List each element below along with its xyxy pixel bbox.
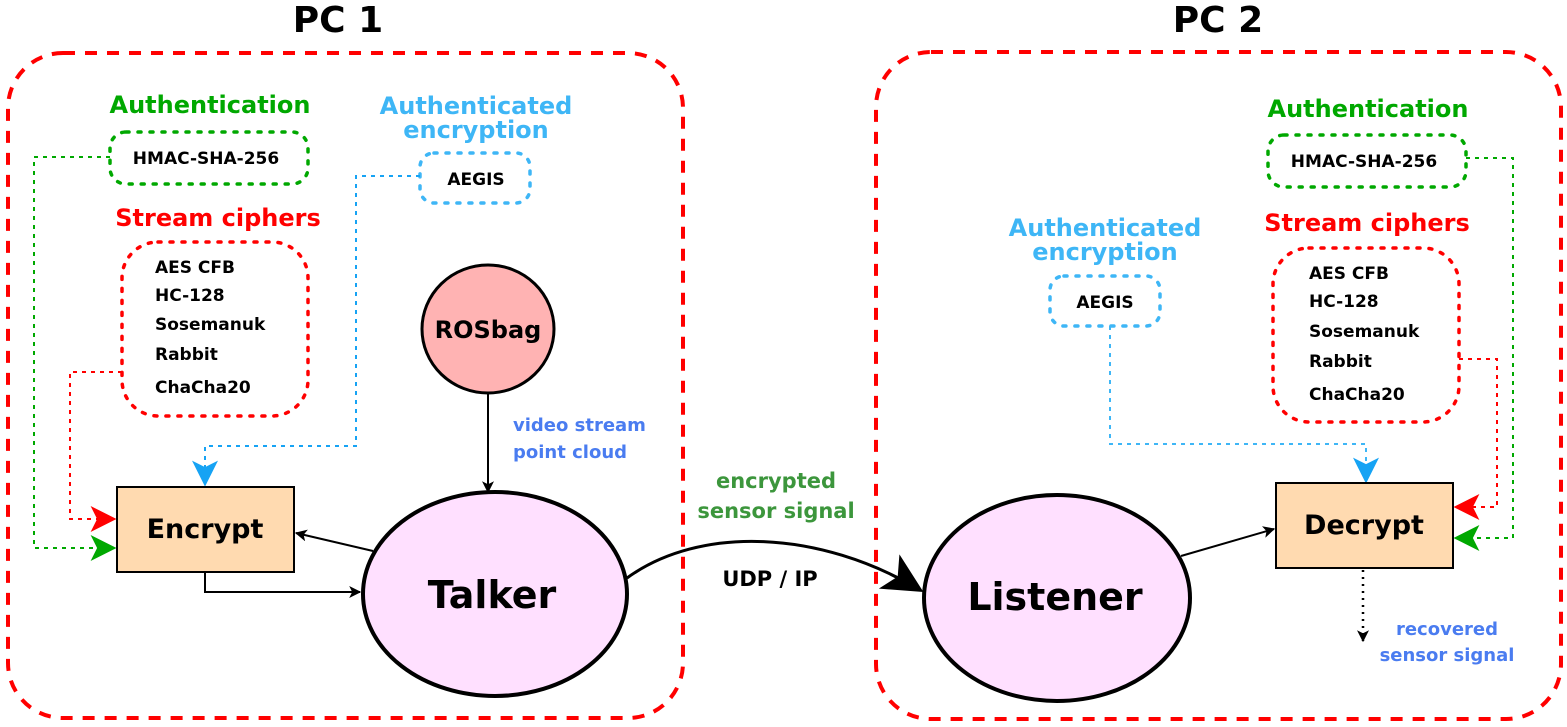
- pc2-stream-connector: [1453, 358, 1498, 520]
- pc2-group: PC 2 Authentication HMAC-SHA-256 Authent…: [874, 0, 1563, 721]
- pc1-stream-connector: [69, 371, 122, 532]
- pc1-ae-heading-line2: encryption: [403, 116, 549, 144]
- pc2-ae-algo: AEGIS: [1076, 293, 1133, 313]
- pc1-auth-algo: HMAC-SHA-256: [133, 149, 279, 169]
- link-payload-line1: encrypted: [716, 469, 836, 493]
- decrypt-output-line1: recovered: [1396, 619, 1498, 640]
- pc1-stream-algo: Sosemanuk: [155, 315, 266, 335]
- pc2-title: PC 2: [1173, 0, 1263, 41]
- listener-label: Listener: [967, 575, 1143, 619]
- encrypt-label: Encrypt: [147, 514, 264, 545]
- pc1-stream-algo: HC-128: [155, 286, 225, 306]
- pc2-authentication-heading: Authentication: [1268, 95, 1469, 123]
- pc2-stream-algo: ChaCha20: [1309, 385, 1405, 405]
- pc1-title: PC 1: [293, 0, 383, 41]
- pc2-stream-algo: Rabbit: [1309, 352, 1372, 372]
- rosbag-output-line1: video stream: [513, 415, 646, 436]
- pc1-ae-algo: AEGIS: [447, 170, 504, 190]
- pc1-stream-algo: AES CFB: [155, 258, 235, 278]
- pc2-stream-algo: AES CFB: [1309, 264, 1389, 284]
- pc1-auth-connector: [33, 156, 117, 561]
- pc2-stream-heading: Stream ciphers: [1264, 209, 1470, 237]
- pc1-stream-algo: Rabbit: [155, 345, 218, 365]
- encrypt-to-talker-arrow: [204, 572, 362, 598]
- pc2-stream-algo: HC-128: [1309, 292, 1379, 312]
- rosbag-output-line2: point cloud: [513, 442, 627, 463]
- decrypt-output-line2: sensor signal: [1380, 645, 1515, 666]
- decrypt-label: Decrypt: [1304, 510, 1424, 541]
- pc1-group: PC 1 Authentication HMAC-SHA-256 Authent…: [6, 0, 685, 720]
- talker-label: Talker: [428, 573, 557, 617]
- talker-to-encrypt-arrow: [294, 529, 374, 552]
- system-diagram: PC 1 Authentication HMAC-SHA-256 Authent…: [6, 0, 1563, 721]
- rosbag-label: ROSbag: [435, 316, 542, 344]
- pc1-authentication-heading: Authentication: [110, 91, 311, 119]
- pc2-ae-heading-line2: encryption: [1032, 238, 1178, 266]
- pc2-auth-algo: HMAC-SHA-256: [1291, 152, 1437, 172]
- pc1-stream-heading: Stream ciphers: [115, 204, 321, 232]
- pc2-stream-algo: Sosemanuk: [1309, 322, 1420, 342]
- listener-to-decrypt-arrow: [1180, 526, 1276, 557]
- link-protocol: UDP / IP: [722, 567, 817, 591]
- link-payload-line2: sensor signal: [697, 499, 854, 523]
- pc1-stream-algo: ChaCha20: [155, 378, 251, 398]
